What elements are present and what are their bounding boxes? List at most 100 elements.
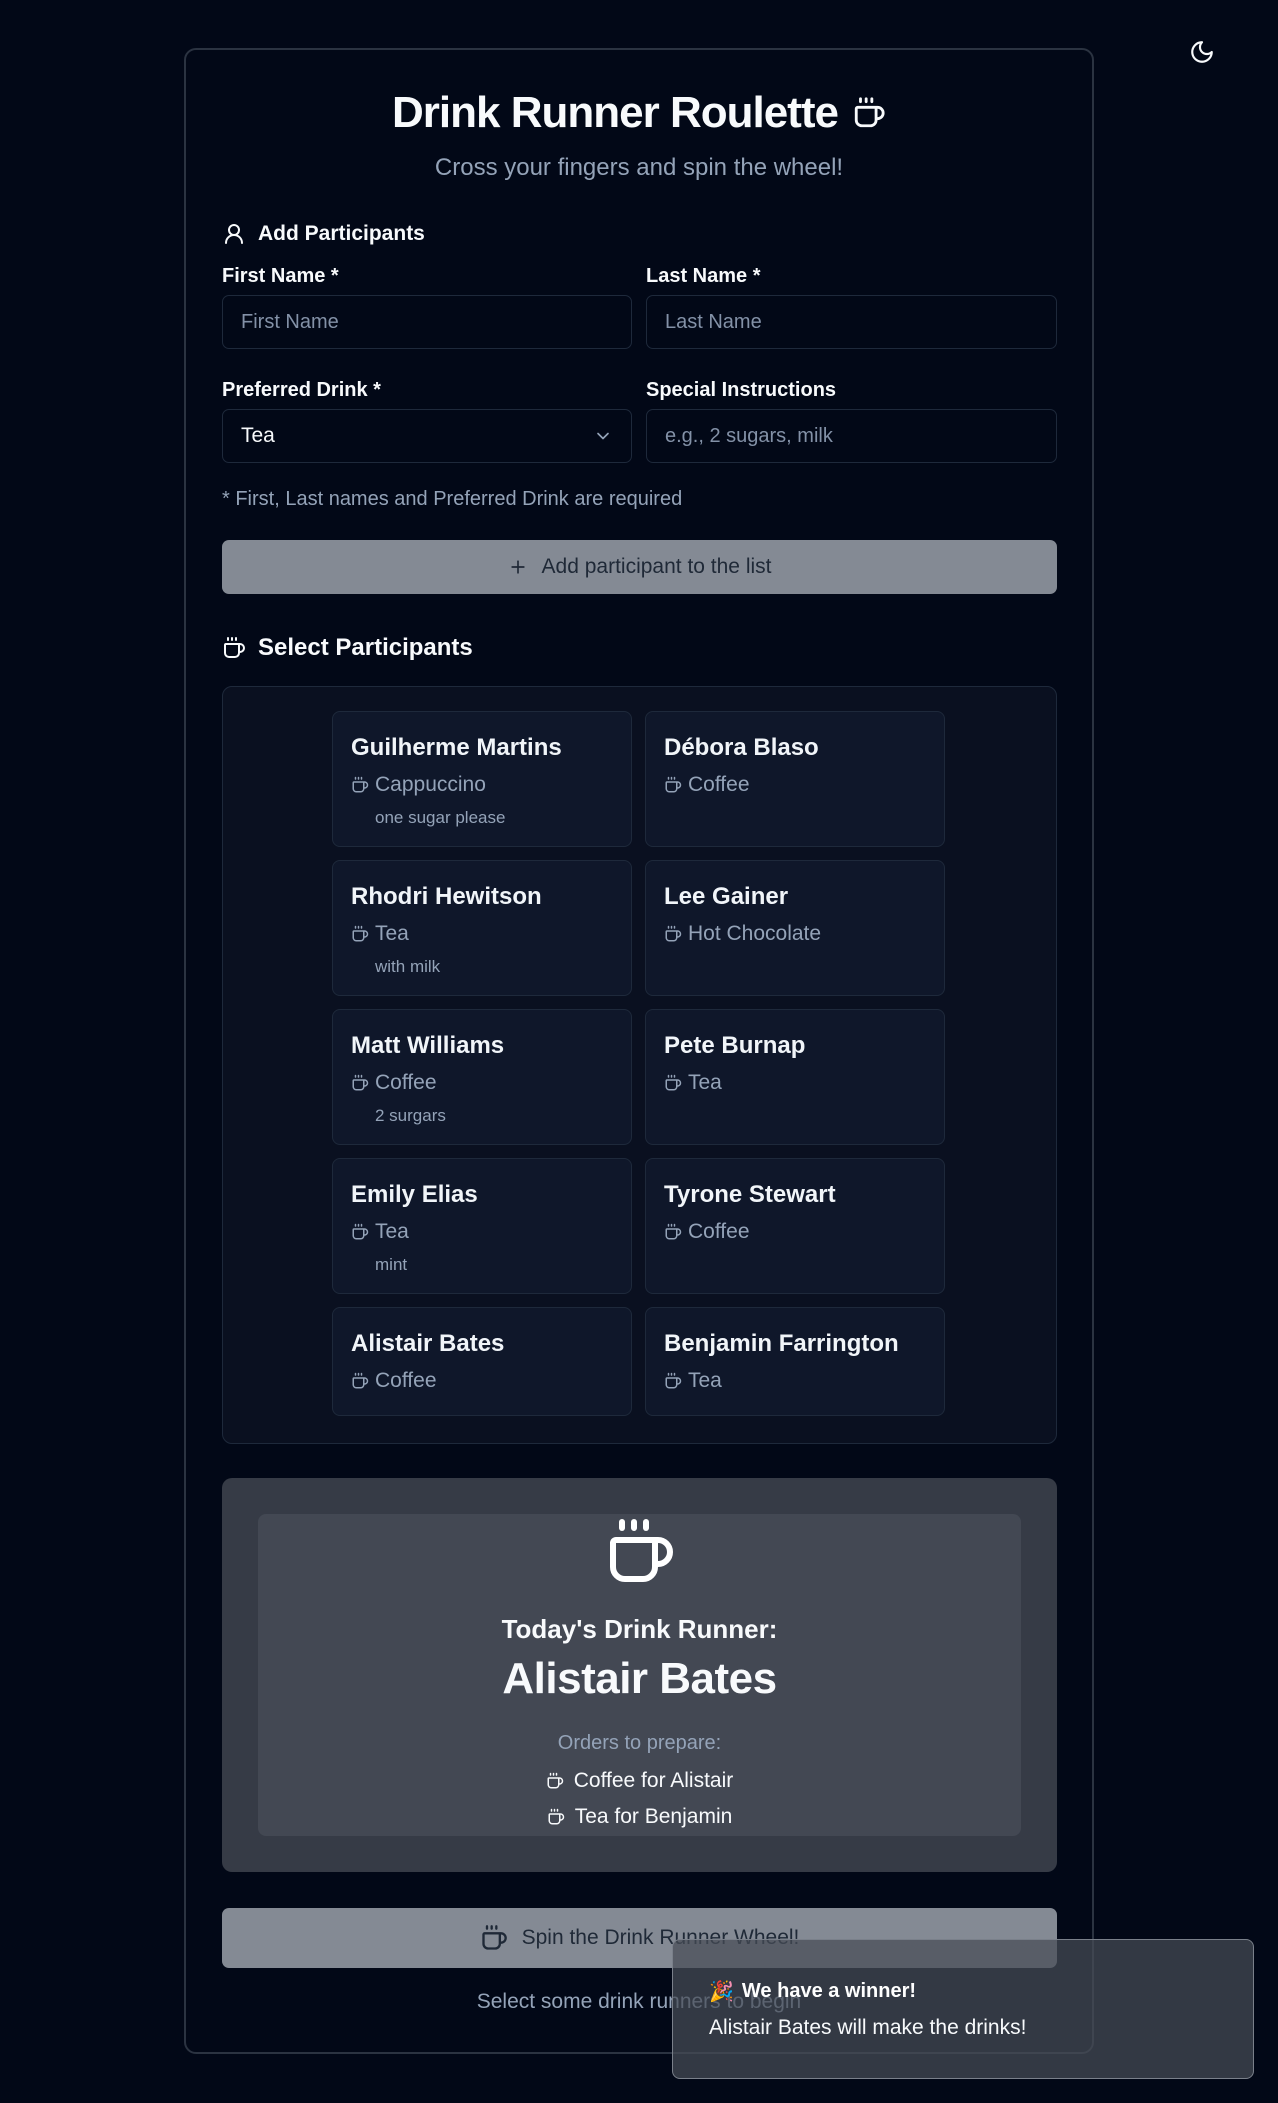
participant-name: Alistair Bates [351, 1330, 505, 1357]
add-participant-button[interactable]: Add participant to the list [222, 540, 1057, 594]
toast-title-label: We have a winner! [741, 1980, 917, 2002]
party-popper-icon: 🎉 [709, 1980, 734, 2003]
participant-name: Lee Gainer [664, 883, 789, 910]
winner-toast[interactable]: 🎉 We have a winner! Alistair Bates will … [672, 1939, 1254, 2079]
participant-drink: Coffee [664, 1220, 750, 1244]
required-fields-note: * First, Last names and Preferred Drink … [222, 488, 683, 510]
participant-drink-label: Hot Chocolate [688, 922, 822, 945]
winner-card: Today's Drink Runner: Alistair Bates Ord… [258, 1514, 1021, 1836]
orders-label: Orders to prepare: [557, 1732, 722, 1754]
preferred-drink-label: Preferred Drink * [222, 379, 381, 401]
coffee-cup-icon [548, 1808, 564, 1825]
toast-title: 🎉 We have a winner! [709, 1980, 916, 2003]
page-subtitle: Cross your fingers and spin the wheel! [434, 154, 844, 181]
participant-drink-label: Coffee [375, 1369, 437, 1392]
participant-card[interactable]: Emily Elias Tea mint [332, 1158, 632, 1294]
add-participants-heading-label: Add Participants [258, 222, 425, 245]
order-item-label: Coffee for Alistair [573, 1769, 734, 1792]
coffee-cup-icon [665, 925, 682, 942]
participant-drink-label: Coffee [688, 1220, 750, 1243]
participant-drink-label: Coffee [375, 1071, 437, 1094]
participant-drink-label: Tea [375, 1220, 409, 1243]
participant-drink-label: Tea [688, 1369, 722, 1392]
participant-card[interactable]: Tyrone Stewart Coffee [645, 1158, 945, 1294]
chevron-down-icon [597, 432, 609, 440]
first-name-label: First Name * [222, 265, 339, 287]
participant-card[interactable]: Rhodri Hewitson Tea with milk [332, 860, 632, 996]
participant-drink: Hot Chocolate [664, 922, 821, 946]
participant-note: 2 surgars [375, 1106, 446, 1125]
winner-name: Alistair Bates [502, 1654, 777, 1703]
participant-drink-label: Tea [688, 1071, 722, 1094]
participant-name: Emily Elias [351, 1181, 478, 1208]
participant-name: Rhodri Hewitson [351, 883, 542, 910]
page-title: Drink Runner Roulette [392, 88, 839, 137]
first-name-input[interactable] [222, 295, 632, 349]
participant-card[interactable]: Matt Williams Coffee 2 surgars [332, 1009, 632, 1145]
coffee-cup-icon [352, 1074, 369, 1091]
coffee-cup-icon [547, 1772, 563, 1789]
preferred-drink-select[interactable]: Tea [222, 409, 632, 463]
special-instructions-input[interactable] [646, 409, 1057, 463]
title-row: Drink Runner Roulette [186, 88, 1092, 138]
coffee-cup-icon [609, 1519, 673, 1582]
participant-note: one sugar please [375, 808, 506, 827]
participant-drink: Coffee [664, 773, 750, 797]
participant-drink-label: Tea [375, 922, 409, 945]
participant-drink: Tea [351, 1220, 409, 1244]
toast-message: Alistair Bates will make the drinks! [709, 2016, 1027, 2039]
last-name-label: Last Name * [646, 265, 761, 287]
participant-name: Benjamin Farrington [664, 1330, 899, 1357]
participant-drink-label: Coffee [688, 773, 750, 796]
plus-icon [510, 560, 525, 574]
coffee-cup-icon [352, 1223, 369, 1240]
winner-panel: Today's Drink Runner: Alistair Bates Ord… [222, 1478, 1057, 1872]
participant-card[interactable]: Débora Blaso Coffee [645, 711, 945, 847]
last-name-input[interactable] [646, 295, 1057, 349]
participant-name: Pete Burnap [664, 1032, 806, 1059]
coffee-cup-icon [665, 776, 682, 793]
add-participant-button-label: Add participant to the list [541, 555, 772, 578]
participant-card[interactable]: Pete Burnap Tea [645, 1009, 945, 1145]
participant-card[interactable]: Alistair Bates Coffee [332, 1307, 632, 1416]
participant-drink: Tea [664, 1071, 722, 1095]
select-participants-heading: Select Participants [222, 634, 473, 662]
theme-toggle-button[interactable] [1180, 30, 1224, 74]
coffee-cup-icon [224, 637, 245, 658]
select-participants-heading-label: Select Participants [258, 634, 473, 661]
order-item: Coffee for Alistair [258, 1769, 1021, 1793]
add-participants-heading: Add Participants [222, 222, 425, 246]
participant-drink: Tea [664, 1369, 722, 1393]
participant-drink: Coffee [351, 1369, 437, 1393]
winner-label: Today's Drink Runner: [501, 1614, 778, 1644]
participant-note: with milk [375, 957, 441, 976]
participant-drink: Coffee [351, 1071, 437, 1095]
participant-card[interactable]: Lee Gainer Hot Chocolate [645, 860, 945, 996]
participant-name: Guilherme Martins [351, 734, 562, 761]
participant-card[interactable]: Benjamin Farrington Tea [645, 1307, 945, 1416]
order-item: Tea for Benjamin [258, 1805, 1021, 1829]
participant-name: Matt Williams [351, 1032, 505, 1059]
participants-grid: Guilherme Martins Cappuccino one sugar p… [222, 686, 1057, 1444]
special-instructions-label: Special Instructions [646, 379, 837, 401]
participant-card[interactable]: Guilherme Martins Cappuccino one sugar p… [332, 711, 632, 847]
participant-drink: Cappuccino [351, 773, 486, 797]
participant-drink-label: Cappuccino [375, 773, 486, 796]
moon-icon [1191, 41, 1213, 63]
main-card: Drink Runner Roulette Cross your fingers… [184, 48, 1094, 2054]
coffee-cup-icon [352, 925, 369, 942]
order-item-label: Tea for Benjamin [574, 1805, 733, 1828]
participant-name: Débora Blaso [664, 734, 819, 761]
winner-icon-wrap [258, 1514, 1021, 1588]
coffee-cup-icon [665, 1372, 682, 1389]
participant-drink: Tea [351, 922, 409, 946]
participant-name: Tyrone Stewart [664, 1181, 836, 1208]
preferred-drink-value: Tea [241, 424, 275, 447]
coffee-cup-icon [352, 776, 369, 793]
coffee-cup-icon [665, 1223, 682, 1240]
participant-note: mint [375, 1255, 408, 1274]
user-icon [225, 224, 243, 244]
coffee-cup-icon [481, 1925, 507, 1950]
coffee-cup-icon [352, 1372, 369, 1389]
coffee-cup-icon [854, 97, 885, 128]
